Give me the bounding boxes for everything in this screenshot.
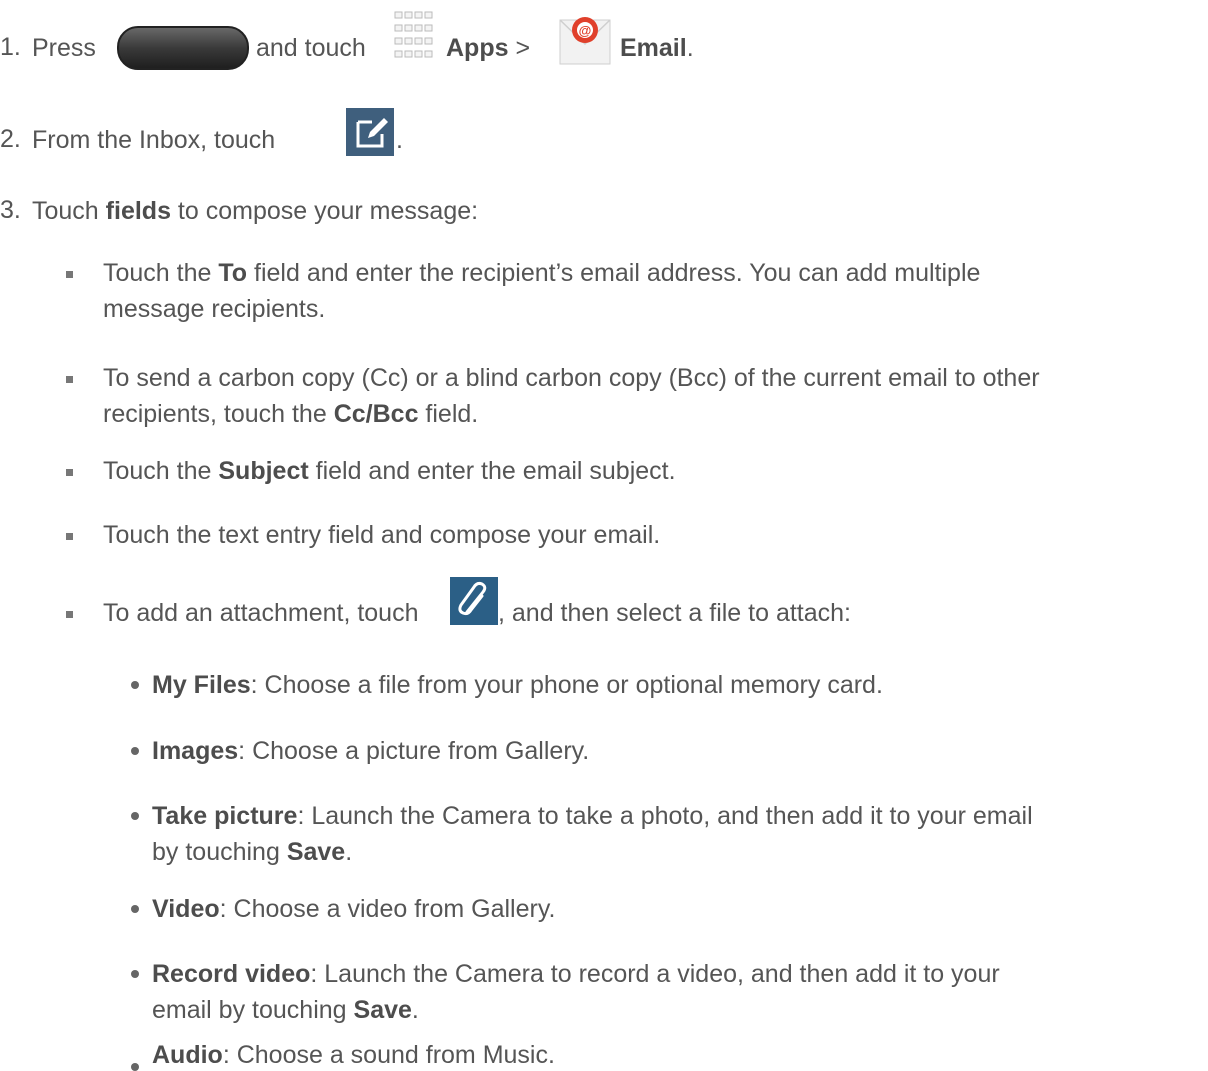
- to-label: To: [218, 259, 248, 287]
- cc-bcc-label: Cc/Bcc: [333, 400, 419, 428]
- sub-item-text: .: [345, 838, 353, 866]
- bullet-attach: To add an attachment, touch: [103, 598, 419, 628]
- take-picture-label: Take picture: [152, 802, 298, 830]
- sub-bullet-dot: [131, 905, 139, 913]
- step-1-period: .: [686, 34, 694, 62]
- home-key-icon: [117, 26, 249, 70]
- sub-bullet-dot: [131, 812, 139, 820]
- subject-label: Subject: [218, 457, 309, 485]
- sub-item-take-picture-2: by touching Save.: [152, 837, 352, 867]
- bullet-text: Touch the: [103, 457, 212, 485]
- sub-item-text: email by touching: [152, 996, 347, 1024]
- save-label: Save: [286, 838, 346, 866]
- sub-item-record-video-1: Record video: Launch the Camera to recor…: [152, 959, 1000, 989]
- step-1-number: 1.: [0, 33, 21, 61]
- bullet-text: field.: [425, 400, 479, 428]
- sub-item-text: by touching: [152, 838, 280, 866]
- sub-item-text: : Choose a sound from Music.: [222, 1041, 555, 1069]
- sub-item-text: : Launch the Camera to record a video, a…: [310, 960, 1000, 988]
- bullet-text-entry: Touch the text entry field and compose y…: [103, 520, 660, 550]
- sub-item-text: : Choose a picture from Gallery.: [238, 737, 590, 765]
- sub-bullet-dot: [131, 747, 139, 755]
- apps-grid-icon: [394, 11, 433, 58]
- bullet-subject: Touch the Subject field and enter the em…: [103, 456, 676, 486]
- step-3: Touch fields to compose your message:: [32, 196, 478, 226]
- bullet-text: To add an attachment, touch: [103, 599, 419, 627]
- email-label: Email: [620, 34, 687, 62]
- sub-item-text: : Launch the Camera to take a photo, and…: [297, 802, 1033, 830]
- sub-item-record-video-2: email by touching Save.: [152, 995, 419, 1025]
- bullet-text: Touch the text entry field and compose y…: [103, 521, 661, 549]
- step-1: Press: [32, 33, 96, 63]
- bullet-text: Touch the: [103, 259, 212, 287]
- bullet-attach-tail: , and then select a file to attach:: [498, 598, 851, 628]
- bullet-square: [66, 533, 73, 540]
- step-1-separator: >: [515, 34, 531, 62]
- sub-item-take-picture-1: Take picture: Launch the Camera to take …: [152, 801, 1033, 831]
- video-label: Video: [152, 895, 220, 923]
- sub-bullet-dot: [131, 970, 139, 978]
- bullet-text: field and enter the recipient’s email ad…: [254, 259, 981, 287]
- step-1-text-b: and touch: [256, 34, 366, 62]
- bullet-text: field and enter the email subject.: [315, 457, 676, 485]
- bullet-text: , and then select a file to attach:: [498, 599, 852, 627]
- instructions-page: 1. Press and touch Apps > @ Email. 2. Fr…: [0, 0, 1208, 1071]
- bullet-square: [66, 611, 73, 618]
- step-3-text-b: to compose your message:: [177, 197, 479, 225]
- bullet-cc-line-1: To send a carbon copy (Cc) or a blind ca…: [103, 363, 1040, 393]
- step-2-end: .: [396, 125, 403, 155]
- fields-label: fields: [105, 197, 171, 225]
- sub-item-text: : Choose a file from your phone or optio…: [250, 671, 883, 699]
- step-2: From the Inbox, touch: [32, 125, 275, 155]
- sub-bullet-dot: [131, 1063, 139, 1071]
- step-2-period: .: [396, 126, 403, 154]
- bullet-text: To send a carbon copy (Cc) or a blind ca…: [103, 364, 1040, 392]
- sub-item-my-files: My Files: Choose a file from your phone …: [152, 670, 883, 700]
- sub-item-text: : Choose a video from Gallery.: [219, 895, 556, 923]
- record-video-label: Record video: [152, 960, 311, 988]
- bullet-to-line-2: message recipients.: [103, 294, 325, 324]
- step-1-email: Email.: [620, 33, 694, 63]
- sub-item-audio: Audio: Choose a sound from Music.: [152, 1040, 555, 1070]
- paperclip-icon: [450, 577, 498, 625]
- images-label: Images: [152, 737, 239, 765]
- compose-icon: [346, 108, 394, 156]
- step-2-number: 2.: [0, 125, 21, 153]
- svg-text:@: @: [579, 23, 592, 38]
- save-label: Save: [353, 996, 412, 1024]
- step-1-cont: and touch: [256, 33, 366, 63]
- step-3-number: 3.: [0, 196, 21, 224]
- bullet-cc-line-2: recipients, touch the Cc/Bcc field.: [103, 399, 478, 429]
- sub-item-images: Images: Choose a picture from Gallery.: [152, 736, 589, 766]
- apps-label: Apps: [446, 34, 509, 62]
- my-files-label: My Files: [152, 671, 251, 699]
- step-2-text: From the Inbox, touch: [32, 126, 276, 154]
- sub-bullet-dot: [131, 681, 139, 689]
- sub-item-text: .: [411, 996, 419, 1024]
- bullet-to-line-1: Touch the To field and enter the recipie…: [103, 258, 980, 288]
- sub-item-video: Video: Choose a video from Gallery.: [152, 894, 555, 924]
- bullet-text: recipients, touch the: [103, 400, 327, 428]
- step-1-tail: Apps >: [446, 33, 530, 63]
- bullet-square: [66, 469, 73, 476]
- step-3-text-a: Touch: [32, 197, 99, 225]
- step-1-text-a: Press: [32, 34, 96, 62]
- bullet-square: [66, 376, 73, 383]
- audio-label: Audio: [152, 1041, 223, 1069]
- bullet-square: [66, 271, 73, 278]
- email-app-icon: @: [559, 17, 611, 65]
- bullet-text: message recipients.: [103, 295, 326, 323]
